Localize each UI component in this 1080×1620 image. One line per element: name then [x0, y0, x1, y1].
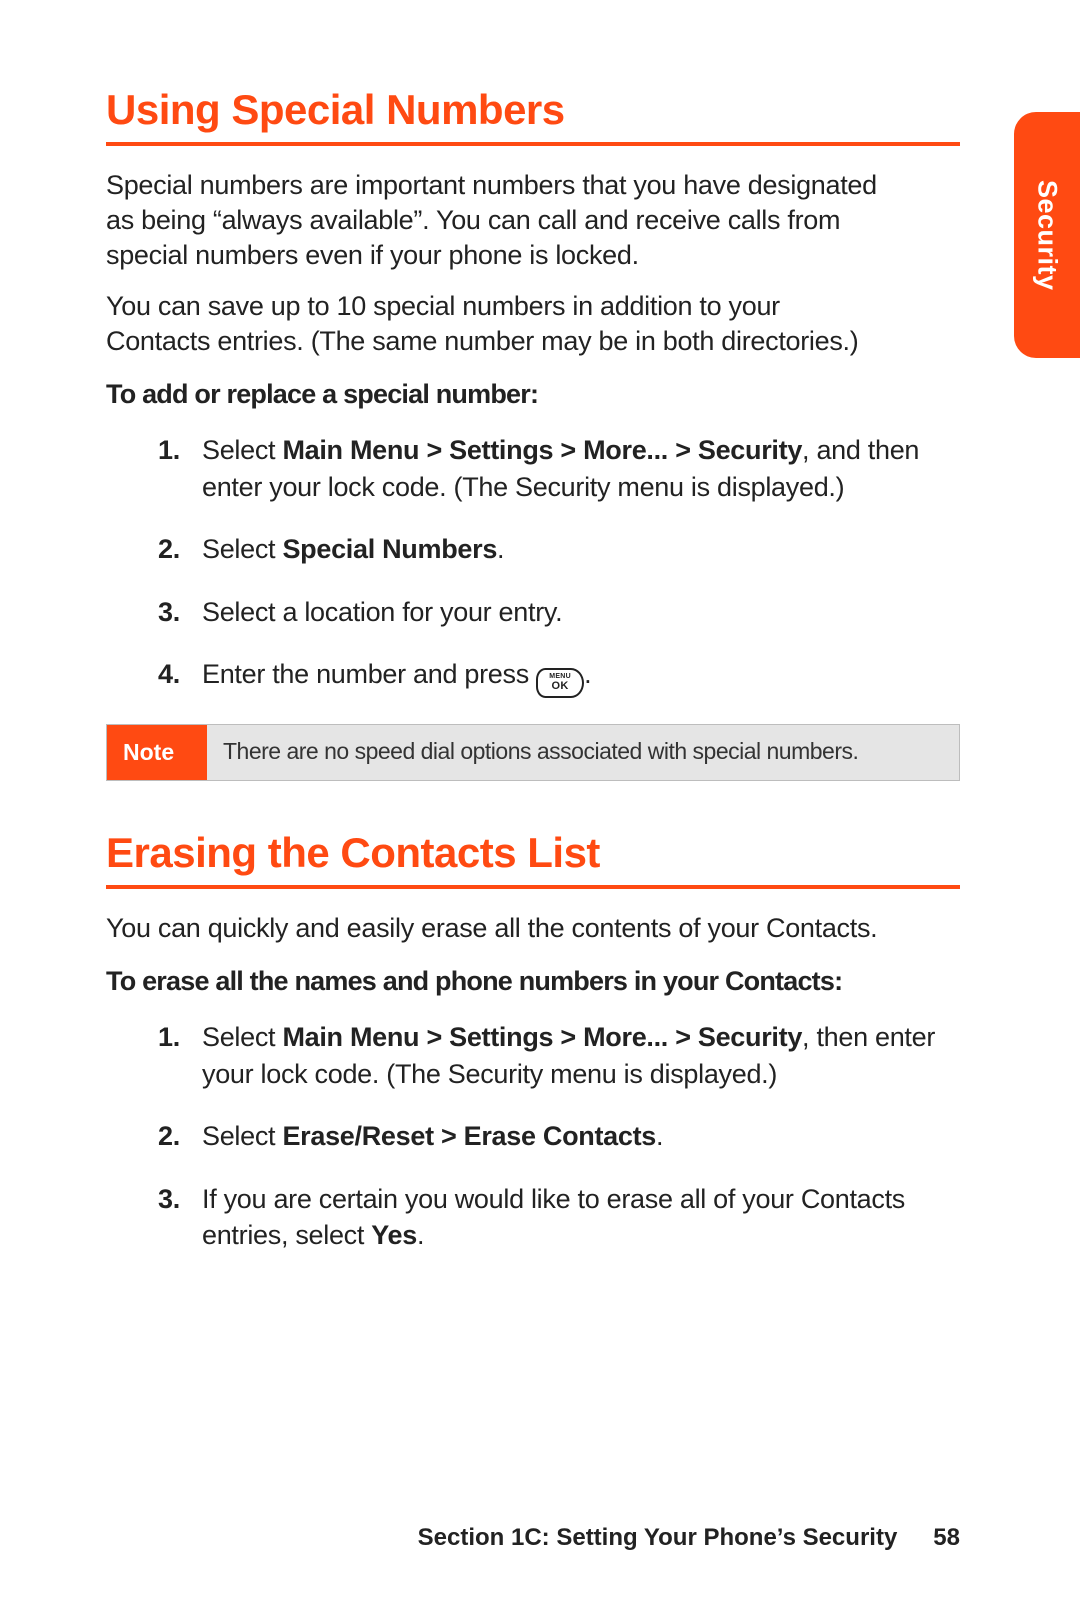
step-text: Select — [202, 1121, 282, 1151]
step-number: 2. — [158, 531, 180, 567]
steps-special: 1. Select Main Menu > Settings > More...… — [106, 432, 960, 698]
note-box: Note There are no speed dial options ass… — [106, 724, 960, 781]
note-text: There are no speed dial options associat… — [207, 725, 959, 780]
step-text: Select — [202, 534, 282, 564]
step-path: Special Numbers — [282, 534, 497, 564]
step-number: 2. — [158, 1118, 180, 1154]
heading-rule — [106, 142, 960, 146]
step-text: If you are certain you would like to era… — [202, 1184, 905, 1250]
step-3: 3. Select a location for your entry. — [106, 594, 960, 630]
step-text: . — [656, 1121, 663, 1151]
heading-rule-2 — [106, 885, 960, 889]
step-number: 1. — [158, 432, 180, 468]
para-erase-intro: You can quickly and easily erase all the… — [106, 911, 886, 946]
key-icon-top: MENU — [549, 673, 571, 680]
step-text: . — [417, 1220, 424, 1250]
step-text: Enter the number and press — [202, 659, 536, 689]
step-text: . — [497, 534, 504, 564]
para-special-intro-2: You can save up to 10 special numbers in… — [106, 289, 886, 359]
step-bold: Yes — [371, 1220, 417, 1250]
heading-using-special-numbers: Using Special Numbers — [106, 86, 960, 134]
step-path: Erase/Reset > Erase Contacts — [282, 1121, 656, 1151]
page-content: Using Special Numbers Special numbers ar… — [0, 0, 1080, 1620]
step-3: 3. If you are certain you would like to … — [106, 1181, 960, 1254]
footer-page-number: 58 — [933, 1524, 960, 1551]
step-text: Select — [202, 1022, 282, 1052]
steps-erase: 1. Select Main Menu > Settings > More...… — [106, 1019, 960, 1253]
step-number: 4. — [158, 656, 180, 692]
key-icon-bottom: OK — [538, 681, 582, 692]
step-text: . — [584, 659, 591, 689]
subhead-erase-all: To erase all the names and phone numbers… — [106, 966, 960, 997]
step-text: Select — [202, 435, 282, 465]
menu-ok-key-icon: MENUOK — [536, 668, 584, 698]
step-text: Select a location for your entry. — [202, 597, 562, 627]
step-number: 3. — [158, 1181, 180, 1217]
step-2: 2. Select Special Numbers. — [106, 531, 960, 567]
footer-section-text: Section 1C: Setting Your Phone’s Securit… — [418, 1524, 898, 1551]
step-number: 1. — [158, 1019, 180, 1055]
page-footer: Section 1C: Setting Your Phone’s Securit… — [418, 1524, 960, 1552]
step-4: 4. Enter the number and press MENUOK. — [106, 656, 960, 698]
step-number: 3. — [158, 594, 180, 630]
step-1: 1. Select Main Menu > Settings > More...… — [106, 432, 960, 505]
note-label: Note — [107, 725, 207, 780]
para-special-intro-1: Special numbers are important numbers th… — [106, 168, 886, 273]
step-2: 2. Select Erase/Reset > Erase Contacts. — [106, 1118, 960, 1154]
heading-erasing-contacts: Erasing the Contacts List — [106, 829, 960, 877]
step-path: Main Menu > Settings > More... > Securit… — [282, 435, 802, 465]
subhead-add-replace: To add or replace a special number: — [106, 379, 960, 410]
step-path: Main Menu > Settings > More... > Securit… — [282, 1022, 802, 1052]
step-1: 1. Select Main Menu > Settings > More...… — [106, 1019, 960, 1092]
